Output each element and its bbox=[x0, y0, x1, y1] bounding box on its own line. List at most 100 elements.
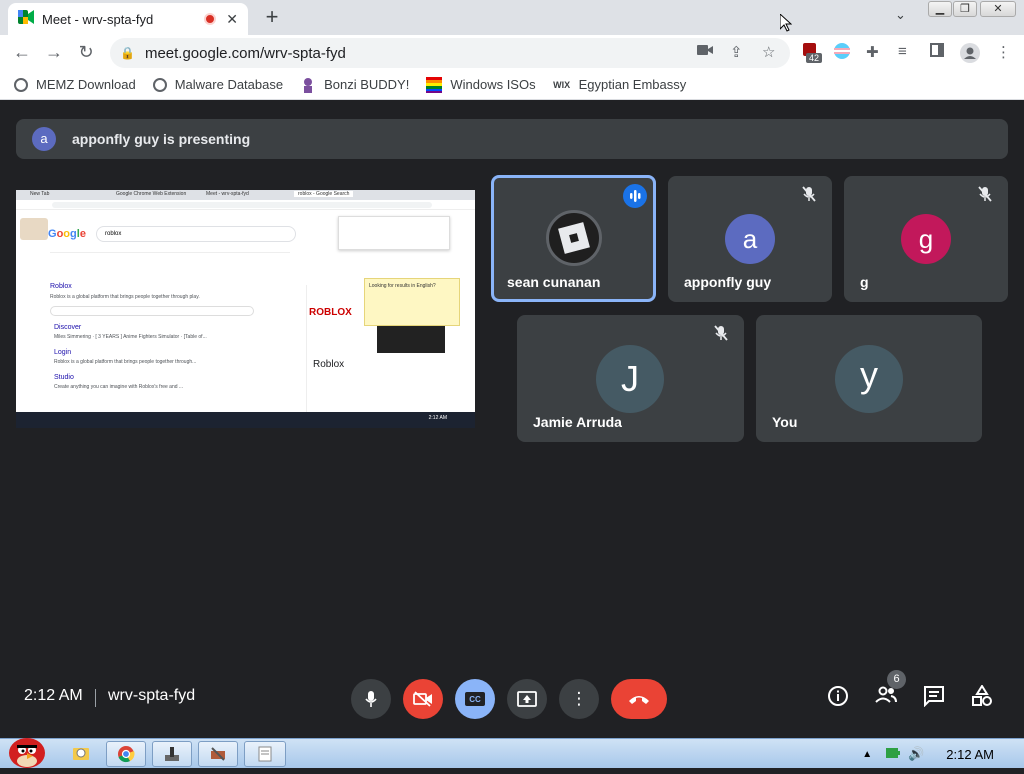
new-tab-button[interactable]: + bbox=[260, 4, 284, 30]
windows-taskbar: ▲ 🔊 2:12 AM bbox=[0, 738, 1024, 768]
taskbar-chrome-button[interactable] bbox=[106, 741, 146, 767]
taskbar-app-button[interactable] bbox=[152, 741, 192, 767]
participant-avatar: a bbox=[725, 214, 775, 264]
tab-title: Meet - wrv-spta-fyd bbox=[42, 11, 154, 27]
shared-toolbar bbox=[16, 200, 475, 210]
participant-name: Jamie Arruda bbox=[533, 414, 622, 430]
presenting-text: apponfly guy is presenting bbox=[72, 131, 251, 147]
shared-result-snippet: Roblox is a global platform that brings … bbox=[54, 359, 197, 365]
shared-result-title: Login bbox=[54, 349, 72, 356]
participant-tile-apponfly-guy[interactable]: a apponfly guy bbox=[668, 176, 832, 302]
svg-text:CC: CC bbox=[469, 695, 481, 704]
meeting-info-icon[interactable] bbox=[824, 685, 852, 713]
meeting-controls-bar: 2:12 AM wrv-spta-fyd CC ⋮ 6 bbox=[0, 669, 1024, 729]
participant-avatar: g bbox=[901, 214, 951, 264]
shared-win-taskbar: 2:12 AM bbox=[16, 412, 475, 428]
present-now-button[interactable] bbox=[507, 679, 547, 719]
address-bar[interactable]: 🔒 meet.google.com/wrv-spta-fyd bbox=[110, 38, 790, 68]
shared-tab: New Tab bbox=[30, 191, 50, 197]
participant-tile-g[interactable]: g g bbox=[844, 176, 1008, 302]
more-options-icon[interactable]: ⋮ bbox=[559, 679, 599, 719]
forward-arrow-icon[interactable]: → bbox=[42, 42, 66, 63]
bookmark-label: Bonzi BUDDY! bbox=[324, 77, 410, 92]
tab-close-icon[interactable]: ✕ bbox=[226, 11, 238, 28]
presentation-screen[interactable]: New Tab Google Chrome Web Extension Meet… bbox=[16, 190, 475, 428]
shared-taskbar-time: 2:12 AM bbox=[428, 415, 447, 421]
bookmarks-bar: MEMZ Download Malware Database Bonzi BUD… bbox=[0, 70, 1024, 100]
participant-tile-sean-cunanan[interactable]: sean cunanan bbox=[491, 175, 656, 302]
captions-button[interactable]: CC bbox=[455, 679, 495, 719]
lock-icon: 🔒 bbox=[120, 46, 135, 60]
presenting-banner: a apponfly guy is presenting bbox=[16, 119, 1008, 159]
explorer-folder-icon[interactable] bbox=[72, 744, 90, 767]
shared-result-title: Discover bbox=[54, 324, 82, 331]
system-tray: ▲ 🔊 2:12 AM bbox=[862, 739, 1016, 769]
url-text: meet.google.com/wrv-spta-fyd bbox=[144, 44, 346, 62]
puzzle-extensions-icon[interactable]: ✚ bbox=[866, 43, 879, 61]
shared-translate-dropdown bbox=[338, 216, 450, 250]
shared-doodle-image bbox=[20, 218, 48, 240]
tray-expand-icon[interactable]: ▲ bbox=[862, 749, 872, 760]
meet-favicon-icon bbox=[18, 9, 34, 29]
share-icon[interactable]: ⇪ bbox=[730, 43, 743, 61]
speaking-indicator-icon bbox=[623, 184, 647, 208]
bookmark-egyptian-embassy[interactable]: WIX Egyptian Embassy bbox=[553, 77, 687, 93]
bookmark-malware-database[interactable]: Malware Database bbox=[152, 77, 283, 92]
presenter-avatar: a bbox=[32, 127, 56, 151]
mic-off-icon bbox=[974, 186, 996, 208]
globe-icon bbox=[152, 77, 167, 92]
extension-badge-count: 42 bbox=[806, 53, 823, 63]
wix-icon: WIX bbox=[553, 79, 571, 90]
chat-icon[interactable] bbox=[920, 685, 948, 713]
media-control-icon[interactable]: ≡ bbox=[898, 43, 907, 60]
browser-tab-meet[interactable]: Meet - wrv-spta-fyd ✕ bbox=[8, 3, 248, 35]
shared-tab: Google Chrome Web Extension bbox=[116, 191, 187, 197]
mouse-cursor-icon bbox=[779, 12, 793, 37]
tab-search-button[interactable]: ⌄ bbox=[895, 7, 906, 23]
shared-tab-strip: New Tab Google Chrome Web Extension Meet… bbox=[16, 190, 475, 200]
participant-tile-you[interactable]: y You bbox=[756, 315, 982, 442]
participant-avatar: y bbox=[835, 345, 903, 413]
chrome-menu-icon[interactable]: ⋮ bbox=[996, 43, 1011, 61]
profile-avatar-icon[interactable] bbox=[960, 43, 980, 67]
shared-tab: Meet - wrv-spta-fyd bbox=[206, 191, 249, 197]
taskbar-tools-button[interactable] bbox=[198, 741, 238, 767]
participant-name: You bbox=[772, 414, 798, 430]
shared-roblox-logo: ROBLOX bbox=[309, 307, 352, 318]
rainbow-flag-icon bbox=[426, 76, 443, 93]
meet-page: a apponfly guy is presenting New Tab Goo… bbox=[0, 101, 1024, 738]
activities-icon[interactable] bbox=[968, 684, 996, 713]
mic-off-icon bbox=[710, 325, 732, 347]
shared-tab: roblox - Google Search bbox=[294, 191, 354, 197]
back-arrow-icon[interactable]: ← bbox=[10, 42, 34, 63]
taskbar-clock: 2:12 AM bbox=[946, 746, 994, 762]
participant-name: apponfly guy bbox=[684, 274, 772, 290]
shared-result-snippet: Roblox is a global platform that brings … bbox=[50, 294, 200, 300]
bookmark-star-icon[interactable]: ☆ bbox=[762, 43, 775, 61]
participant-name: sean cunanan bbox=[507, 274, 601, 290]
volume-icon[interactable]: 🔊 bbox=[908, 746, 924, 762]
participant-tile-jamie-arruda[interactable]: J Jamie Arruda bbox=[517, 315, 744, 442]
bookmark-memz[interactable]: MEMZ Download bbox=[14, 77, 136, 92]
bookmark-bonzi-buddy[interactable]: Bonzi BUDDY! bbox=[300, 77, 409, 93]
shared-kp-title: Roblox bbox=[313, 359, 345, 370]
side-panel-icon[interactable] bbox=[930, 43, 944, 61]
globe-icon bbox=[14, 77, 28, 92]
close-window-button[interactable]: ✕ bbox=[980, 1, 1016, 17]
leave-call-button[interactable] bbox=[611, 679, 667, 719]
battery-icon[interactable] bbox=[886, 747, 901, 762]
maximize-button[interactable]: ❐ bbox=[953, 1, 977, 17]
shared-result-title: Roblox bbox=[50, 283, 72, 290]
participant-avatar: J bbox=[596, 345, 664, 413]
camera-off-button[interactable] bbox=[403, 679, 443, 719]
bookmark-windows-isos[interactable]: Windows ISOs bbox=[426, 76, 536, 93]
minimize-button[interactable]: ▁ bbox=[928, 1, 952, 17]
people-count-badge: 6 bbox=[887, 670, 906, 689]
microphone-button[interactable] bbox=[351, 679, 391, 719]
taskbar-notepad-button[interactable] bbox=[244, 741, 286, 767]
reload-icon[interactable]: ↻ bbox=[74, 42, 98, 63]
camera-icon[interactable] bbox=[697, 43, 713, 60]
bookmark-label: Egyptian Embassy bbox=[578, 77, 687, 92]
trans-flag-extension-icon[interactable] bbox=[834, 43, 850, 63]
bonzi-icon bbox=[300, 77, 316, 93]
